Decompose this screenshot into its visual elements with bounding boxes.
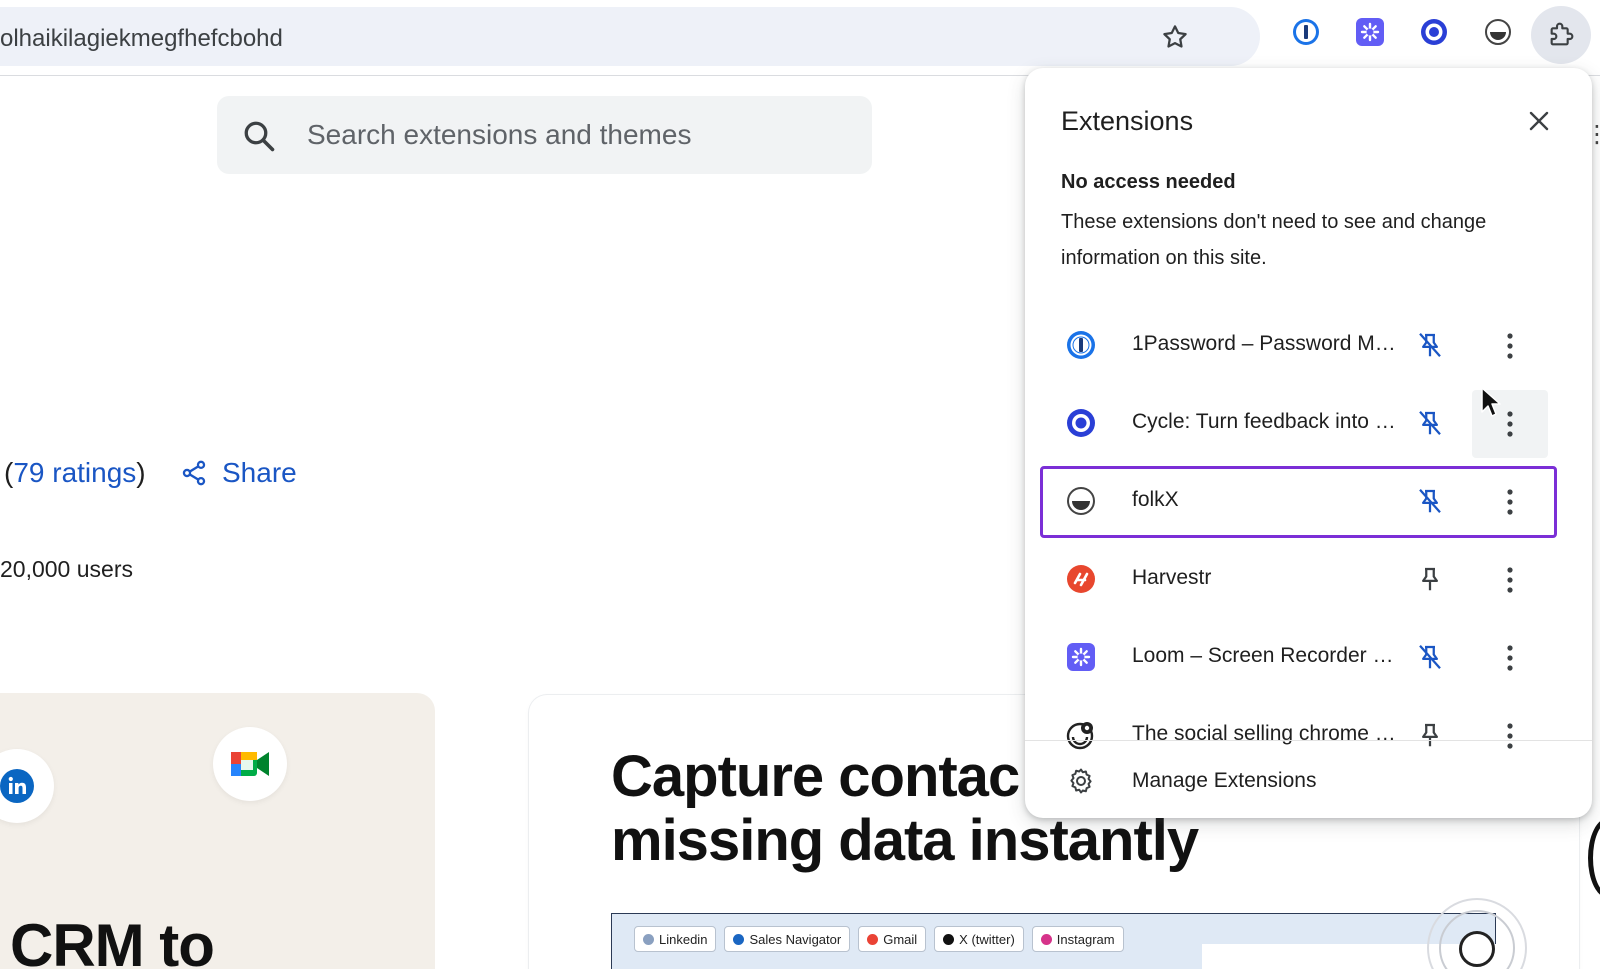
folkx-logo-icon	[1459, 931, 1495, 967]
ratings-line: (79 ratings)	[4, 457, 146, 489]
extensions-popup-title: Extensions	[1061, 106, 1194, 136]
folkx-icon	[1064, 484, 1098, 518]
browser-toolbar: olhaikilagiekmegfhefcbohd	[0, 0, 1600, 76]
extension-name: Harvestr	[1132, 566, 1212, 589]
search-input[interactable]	[307, 114, 847, 156]
extension-row-loom[interactable]: Loom – Screen Recorder & Screen Capture	[1042, 624, 1555, 692]
star-icon[interactable]	[1160, 22, 1190, 52]
share-button[interactable]: Share	[180, 457, 297, 489]
pin-toggle-unpinned-icon[interactable]	[1412, 717, 1448, 753]
pin-toggle-pinned-icon[interactable]	[1412, 327, 1448, 363]
loom-icon	[1064, 640, 1098, 674]
promo-card-left-title: CRM to	[10, 912, 215, 969]
extension-more-options-icon[interactable]	[1472, 546, 1548, 614]
users-count: 20,000 users	[0, 556, 133, 582]
manage-extensions-label: Manage Extensions	[1132, 769, 1317, 792]
close-icon[interactable]	[1522, 104, 1556, 138]
screenshot-tab-label: Sales Navigator	[749, 931, 842, 947]
edge-decoration	[1588, 818, 1600, 898]
extension-name: Loom – Screen Recorder & Screen Capture	[1132, 644, 1407, 667]
screenshot-tab-gmail: Gmail	[858, 926, 927, 952]
linkedin-icon	[0, 769, 34, 803]
screenshot-tab-x: X (twitter)	[934, 926, 1024, 952]
extension-row-cycle[interactable]: Cycle: Turn feedback into product roadma…	[1042, 390, 1555, 458]
screenshot-tab-label: X (twitter)	[959, 931, 1015, 947]
screenshot-tab-label: Instagram	[1056, 931, 1115, 947]
share-label: Share	[222, 457, 297, 488]
promo-card-left: CRM to	[0, 693, 435, 969]
pin-toggle-pinned-icon[interactable]	[1412, 483, 1448, 519]
extension-row-folkx[interactable]: folkX	[1040, 466, 1557, 538]
folkx-icon[interactable]	[1482, 16, 1514, 48]
puzzle-icon[interactable]	[1531, 6, 1591, 64]
cycle-icon	[1064, 406, 1098, 440]
extension-name: folkX	[1132, 488, 1179, 511]
store-search-box[interactable]	[217, 96, 872, 174]
screenshot-tab-label: Linkedin	[659, 931, 708, 947]
extensions-popup: Extensions No access needed These extens…	[1025, 68, 1592, 818]
section-title: No access needed	[1061, 171, 1236, 193]
linkedin-bubble	[0, 749, 54, 823]
social-selling-icon	[1064, 718, 1098, 752]
cycle-icon[interactable]	[1418, 16, 1450, 48]
extension-name: Cycle: Turn feedback into product roadma…	[1132, 410, 1407, 433]
ratings-close-paren: )	[136, 457, 146, 488]
extension-name: 1Password – Password Manager	[1132, 332, 1407, 355]
loom-icon[interactable]	[1354, 16, 1386, 48]
promo-screenshot: Linkedin Sales Navigator Gmail X (twitte…	[611, 913, 1502, 969]
screenshot-tab-label: Gmail	[883, 931, 918, 947]
mouse-cursor-icon	[1481, 387, 1501, 417]
meet-bubble	[213, 727, 287, 801]
gear-icon	[1064, 764, 1098, 798]
extension-more-options-icon[interactable]	[1472, 312, 1548, 380]
pin-toggle-unpinned-icon[interactable]	[1412, 561, 1448, 597]
extension-name: The social selling chrome extension	[1132, 722, 1407, 745]
google-meet-icon	[231, 752, 269, 776]
screenshot-tab-linkedin: Linkedin	[634, 926, 717, 952]
screenshot-tab-instagram: Instagram	[1031, 926, 1124, 952]
ratings-link[interactable]: 79 ratings	[13, 457, 136, 488]
share-icon	[182, 460, 206, 486]
extension-row-1password[interactable]: 1Password – Password Manager	[1042, 312, 1555, 380]
screenshot-tab-sales-navigator: Sales Navigator	[724, 926, 851, 952]
pin-toggle-pinned-icon[interactable]	[1412, 405, 1448, 441]
harvestr-icon	[1064, 562, 1098, 596]
extension-more-options-icon[interactable]	[1472, 468, 1548, 536]
popup-divider	[1025, 740, 1592, 741]
1password-icon	[1064, 328, 1098, 362]
1password-icon[interactable]	[1290, 16, 1322, 48]
manage-extensions-button[interactable]: Manage Extensions	[1042, 751, 1555, 811]
section-description: These extensions don't need to see and c…	[1061, 211, 1487, 269]
screenshot-tab-strip: Linkedin Sales Navigator Gmail X (twitte…	[634, 926, 1124, 952]
extension-row-harvestr[interactable]: Harvestr	[1042, 546, 1555, 614]
address-bar-url[interactable]: olhaikilagiekmegfhefcbohd	[0, 25, 283, 53]
search-icon	[244, 121, 275, 152]
address-bar[interactable]: olhaikilagiekmegfhefcbohd	[0, 7, 1260, 66]
promo-title-line-2: missing data instantly	[611, 808, 1199, 873]
extension-more-options-icon[interactable]	[1472, 624, 1548, 692]
ratings-open-paren: (	[4, 457, 14, 488]
pin-toggle-pinned-icon[interactable]	[1412, 639, 1448, 675]
